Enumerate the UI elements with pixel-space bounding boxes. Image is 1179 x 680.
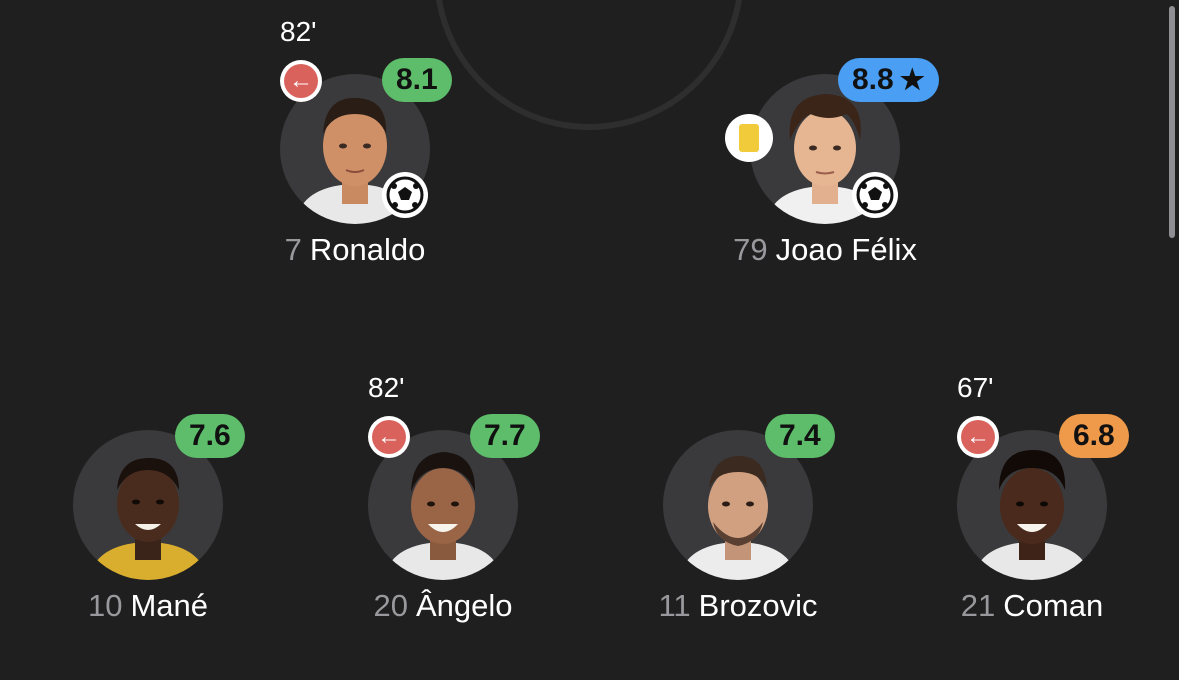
arrow-left-icon: ← [372,420,406,454]
player-name-label: 7 Ronaldo [185,232,525,268]
scrollbar[interactable] [1169,6,1175,238]
substitution-icon: ← [280,60,322,102]
player-rating: 7.4 [765,414,835,458]
player-name: Coman [1003,588,1104,623]
player-card-ronaldo[interactable]: 82' ← 8.1 7 Ronaldo [245,16,465,304]
player-name-label: 21 Coman [862,588,1179,624]
player-card-coman[interactable]: 67' ← 6.8 21 Coman [922,372,1142,660]
player-rating: 8.1 [382,58,452,102]
soccer-ball-icon [382,172,428,218]
shirt-number: 79 [733,232,768,267]
rating-value: 7.7 [484,419,526,452]
shirt-number: 21 [960,588,996,623]
shirt-number: 11 [658,588,691,623]
rating-value: 8.8 [852,63,894,96]
rating-value: 8.1 [396,63,438,96]
rating-value: 7.6 [189,419,231,452]
player-rating: 8.8 ★ [838,58,939,102]
player-card-brozovic[interactable]: 7.4 11 Brozovic [628,414,848,660]
player-name: Joao Félix [775,232,917,267]
substitution-minute: 82' [280,16,317,47]
player-name-label: 10 Mané [0,588,318,624]
substitution-minute: 67' [957,372,994,403]
yellow-card-icon [725,114,773,162]
shirt-number: 10 [87,588,123,623]
player-name-label: 79 Joao Félix [655,232,995,268]
shirt-number: 20 [373,588,408,623]
player-name: Ronaldo [309,232,426,267]
player-card-joao-felix[interactable]: 8.8 ★ 79 Joao Félix [715,58,939,304]
rating-value: 6.8 [1073,419,1115,452]
player-card-angelo[interactable]: 82' ← 7.7 20 Ângelo [333,372,553,660]
player-name: Brozovic [698,588,818,623]
player-name-label: 11 Brozovic [568,588,908,624]
rating-value: 7.4 [779,419,821,452]
player-name: Mané [130,588,209,623]
player-name-label: 20 Ângelo [273,588,613,624]
shirt-number: 7 [284,232,302,267]
soccer-ball-icon [852,172,898,218]
player-card-mane[interactable]: 7.6 10 Mané [38,414,258,660]
star-icon: ★ [899,64,925,95]
substitution-minute: 82' [368,372,405,403]
player-rating: 7.7 [470,414,540,458]
center-circle [434,0,744,130]
player-rating: 6.8 [1059,414,1129,458]
arrow-left-icon: ← [284,64,318,98]
substitution-icon: ← [957,416,999,458]
lineup-pitch: 82' ← 8.1 7 Ronaldo 8.8 ★ 79 Joao Félix … [0,0,1179,680]
arrow-left-icon: ← [961,420,995,454]
player-rating: 7.6 [175,414,245,458]
substitution-icon: ← [368,416,410,458]
player-name: Ângelo [415,588,513,623]
